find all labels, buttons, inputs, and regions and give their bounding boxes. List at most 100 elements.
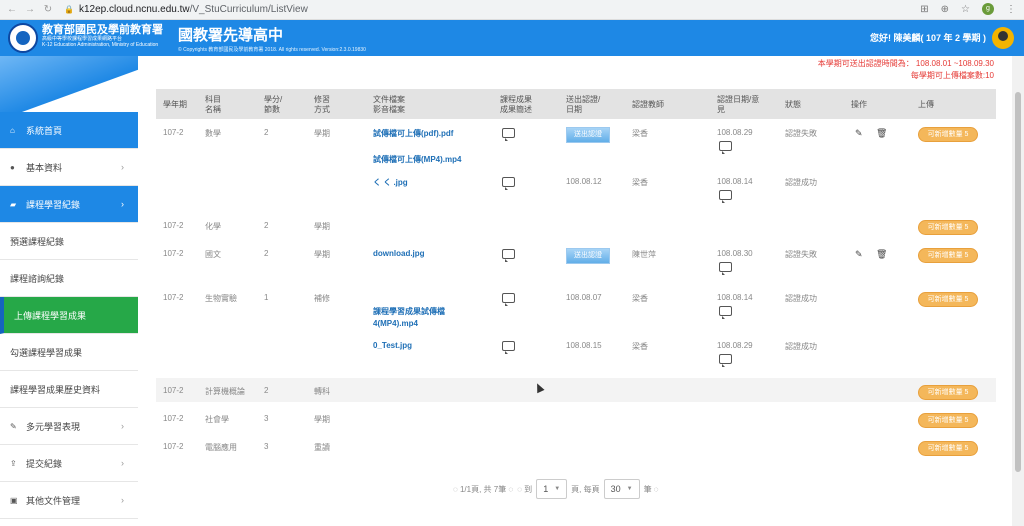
- cell-sent-date: 108.08.12: [566, 177, 602, 186]
- sidebar-item-performance[interactable]: ✎ 多元學習表現 ›: [0, 408, 138, 445]
- user-greeting[interactable]: 您好! 陳美麟( 107 年 2 學期 ): [870, 31, 986, 44]
- sidebar-item-basic-info[interactable]: ● 基本資料 ›: [0, 149, 138, 186]
- cell-verify-date: 108.08.29: [717, 341, 753, 350]
- cell-credit: 2: [264, 221, 269, 230]
- per-page-label: 頁, 每頁: [571, 484, 600, 494]
- vertical-scrollbar[interactable]: [1012, 56, 1024, 526]
- star-icon[interactable]: ☆: [961, 4, 970, 15]
- upload-button[interactable]: 可新增數量 5: [918, 385, 978, 400]
- cell-credit: 3: [264, 414, 269, 423]
- reload-icon[interactable]: ↻: [42, 4, 54, 15]
- file-link[interactable]: 試傳檔可上傳(pdf).pdf: [373, 128, 453, 139]
- comment-icon[interactable]: [502, 293, 515, 306]
- comment-icon[interactable]: [502, 177, 515, 190]
- comment-icon[interactable]: [719, 354, 732, 367]
- forward-icon[interactable]: →: [24, 4, 36, 15]
- comment-icon[interactable]: [502, 341, 515, 354]
- cell-type: 補修: [314, 294, 330, 303]
- upload-button[interactable]: 可新增數量 5: [918, 248, 978, 263]
- cell-term: 107-2: [163, 221, 184, 230]
- comment-icon[interactable]: [719, 190, 732, 203]
- page-summary: ◌ 1/1頁, 共 7筆 ◌: [453, 484, 514, 494]
- file-link[interactable]: download.jpg: [373, 249, 425, 258]
- sidebar-item-home[interactable]: ⌂ 系統首頁: [0, 112, 138, 149]
- translate-icon[interactable]: ⊞: [920, 4, 928, 15]
- header-desc: 課程成果成果簡述: [500, 95, 532, 114]
- cell-teacher: 梁香: [632, 178, 648, 187]
- cell-status: 認證成功: [785, 294, 817, 303]
- comment-icon[interactable]: [502, 128, 515, 141]
- header-ops: 操作: [851, 100, 867, 109]
- zoom-icon[interactable]: ⊕: [941, 4, 949, 15]
- goto-label: ◌ 到: [517, 484, 533, 494]
- org-subtitle: 高級中等學校課程學習成果網路平台 K-12 Education Administr…: [42, 36, 159, 48]
- chevron-right-icon: ›: [121, 458, 124, 468]
- cell-type: 轉科: [314, 387, 330, 396]
- cell-type: 學期: [314, 222, 330, 231]
- send-verify-button[interactable]: 送出認證: [566, 127, 610, 143]
- comment-icon[interactable]: [502, 249, 515, 262]
- comment-icon[interactable]: [719, 141, 732, 154]
- file-link[interactable]: 試傳檔可上傳(MP4).mp4: [373, 154, 461, 165]
- file-link[interactable]: く く .jpg: [373, 177, 408, 188]
- file-link[interactable]: 課程學習成果試傳檔4(MP4).mp4: [373, 306, 483, 330]
- cell-credit: 2: [264, 386, 269, 395]
- comment-icon[interactable]: [719, 262, 732, 275]
- notice-submit-period: 本學期可送出認證時間為： 108.08.01 ~108.09.30: [817, 59, 994, 68]
- upload-button[interactable]: 可新增數量 5: [918, 127, 978, 142]
- back-icon[interactable]: ←: [6, 4, 18, 15]
- edit-icon[interactable]: ✎: [855, 128, 863, 139]
- sidebar-item-preselect[interactable]: 預選課程紀錄: [0, 223, 138, 260]
- cell-term: 107-2: [163, 386, 184, 395]
- cell-teacher: 梁香: [632, 129, 648, 138]
- edit-icon[interactable]: ✎: [855, 249, 863, 260]
- sidebar-item-select-results[interactable]: 勾選課程學習成果: [0, 334, 138, 371]
- cell-teacher: 梁香: [632, 342, 648, 351]
- sidebar-item-history[interactable]: 課程學習成果歷史資料: [0, 371, 138, 408]
- table-row-highlight: [156, 378, 996, 402]
- sidebar-item-other-docs[interactable]: ▣ 其他文件管理 ›: [0, 482, 138, 519]
- header-upload: 上傳: [918, 100, 934, 109]
- header-verify: 認證日期/意見: [717, 95, 760, 114]
- cell-subject: 社會學: [205, 415, 229, 424]
- pagination: ◌ 1/1頁, 共 7筆 ◌ ◌ 到 1 ▼ 頁, 每頁 30 ▼ 筆 ◌: [453, 479, 659, 499]
- avatar[interactable]: [992, 27, 1014, 49]
- send-verify-button[interactable]: 送出認證: [566, 248, 610, 264]
- main-content: 本學期可送出認證時間為： 108.08.01 ~108.09.30 每學期可上傳…: [138, 56, 1012, 526]
- sidebar-item-upload-results[interactable]: 上傳課程學習成果: [0, 297, 138, 334]
- upload-button[interactable]: 可新增數量 5: [918, 441, 978, 456]
- header-sent: 送出認證/日期: [566, 95, 601, 114]
- cell-sent-date: 108.08.15: [566, 341, 602, 350]
- trash-icon[interactable]: 🗑: [876, 249, 887, 260]
- page-select[interactable]: 1 ▼: [536, 479, 568, 499]
- header-subject: 科目名稱: [205, 95, 221, 114]
- sidebar-item-submit[interactable]: ⇪ 提交紀錄 ›: [0, 445, 138, 482]
- cell-subject: 國文: [205, 250, 221, 259]
- cell-term: 107-2: [163, 128, 184, 137]
- chevron-right-icon: ›: [121, 421, 124, 431]
- sidebar-item-consult[interactable]: 課程諮詢紀錄: [0, 260, 138, 297]
- cell-term: 107-2: [163, 249, 184, 258]
- trash-icon[interactable]: 🗑: [876, 128, 887, 139]
- upload-button[interactable]: 可新增數量 5: [918, 292, 978, 307]
- sidebar: ⌂ 系統首頁 ● 基本資料 › ▰ 課程學習紀錄 › 預選課程紀錄 課程諮詢紀錄 上傳課程…: [0, 56, 138, 526]
- cell-credit: 2: [264, 128, 269, 137]
- sidebar-item-course-records[interactable]: ▰ 課程學習紀錄 ›: [0, 186, 138, 223]
- header-status: 狀態: [785, 100, 801, 109]
- per-page-select[interactable]: 30 ▼: [603, 479, 640, 499]
- cell-verify-date: 108.08.14: [717, 177, 753, 186]
- cell-type: 學期: [314, 129, 330, 138]
- url-host: k12ep.cloud.ncnu.edu.tw: [78, 4, 190, 15]
- upload-button[interactable]: 可新增數量 5: [918, 413, 978, 428]
- extension-icon[interactable]: g: [982, 3, 994, 15]
- upload-button[interactable]: 可新增數量 5: [918, 220, 978, 235]
- file-link[interactable]: 0_Test.jpg: [373, 341, 412, 350]
- address-bar[interactable]: 🔒 k12ep.cloud.ncnu.edu.tw/V_StuCurriculu…: [64, 4, 308, 15]
- cell-sent-date: 108.08.07: [566, 293, 602, 302]
- url-path: /V_StuCurriculum/ListView: [189, 4, 308, 15]
- comment-icon[interactable]: [719, 306, 732, 319]
- cell-verify-date: 108.08.14: [717, 293, 753, 302]
- home-icon: ⌂: [10, 125, 15, 135]
- menu-icon[interactable]: ⋮: [1006, 4, 1016, 15]
- cell-type: 學期: [314, 415, 330, 424]
